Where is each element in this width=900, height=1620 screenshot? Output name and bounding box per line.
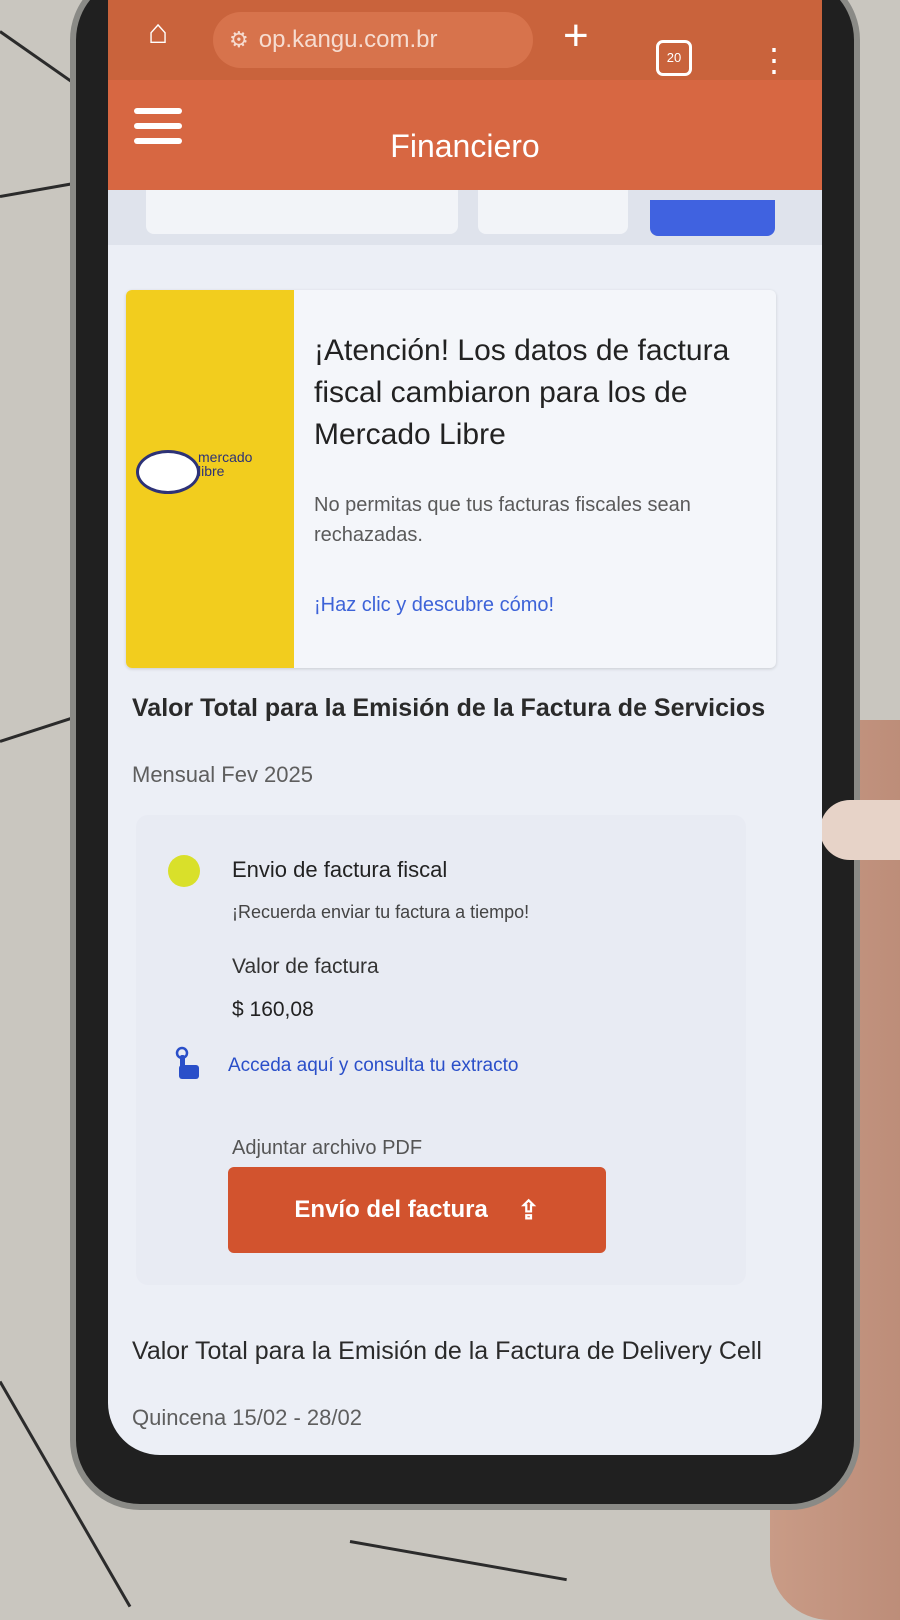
upload-button-label: Envío del factura <box>294 1196 488 1223</box>
tab-switcher-button[interactable]: 20 <box>656 40 692 76</box>
page-title: Financiero <box>390 128 540 164</box>
more-vert-icon[interactable]: ⋮ <box>758 44 790 76</box>
extract-link[interactable]: Acceda aquí y consulta tu extracto <box>228 1055 518 1077</box>
phone-screen: ⌂ ⚙ op.kangu.com.br + 20 ⋮ Financiero me… <box>108 0 822 1455</box>
invoice-value-label: Valor de factura <box>232 955 379 978</box>
card-heading: Envio de factura fiscal <box>232 857 448 882</box>
mercado-libre-banner[interactable]: mercado libre ¡Atención! Los datos de fa… <box>126 290 776 668</box>
touch-icon[interactable] <box>170 1045 204 1081</box>
banner-link[interactable]: ¡Haz clic y descubre cómo! <box>314 594 554 617</box>
banner-subtitle: No permitas que tus facturas fiscales se… <box>314 494 691 546</box>
status-indicator <box>168 855 200 887</box>
url-text: op.kangu.com.br <box>258 26 438 53</box>
upload-invoice-button[interactable]: Envío del factura ⇪ <box>228 1167 606 1253</box>
floor-line <box>349 1540 567 1582</box>
handshake-icon <box>136 450 200 494</box>
banner-title: ¡Atención! Los datos de factura fiscal c… <box>314 334 730 451</box>
browser-toolbar: ⌂ ⚙ op.kangu.com.br + 20 ⋮ <box>108 0 822 80</box>
invoice-value: $ 160,08 <box>232 998 314 1021</box>
upload-icon: ⇪ <box>517 1194 540 1225</box>
mercado-libre-logo-area: mercado libre <box>126 290 294 668</box>
new-tab-icon[interactable]: + <box>563 14 589 58</box>
sub-tab-bar <box>108 190 822 245</box>
floor-line <box>0 715 77 743</box>
services-period: Mensual Fev 2025 <box>132 762 313 787</box>
address-bar[interactable]: ⚙ op.kangu.com.br <box>213 12 533 68</box>
floor-line <box>0 181 80 198</box>
app-header: Financiero <box>108 80 822 190</box>
home-icon[interactable]: ⌂ <box>138 12 178 52</box>
site-settings-icon[interactable]: ⚙ <box>229 27 249 53</box>
services-section-title: Valor Total para la Emisión de la Factur… <box>132 694 766 722</box>
card-reminder: ¡Recuerda enviar tu factura a tiempo! <box>232 902 530 922</box>
delivery-period: Quincena 15/02 - 28/02 <box>132 1405 362 1430</box>
attach-pdf-label: Adjuntar archivo PDF <box>232 1137 423 1159</box>
delivery-section-title: Valor Total para la Emisión de la Factur… <box>132 1337 762 1365</box>
fingernail <box>820 800 900 860</box>
sub-tab[interactable] <box>146 190 458 234</box>
mercado-libre-logo-text: mercado libre <box>198 449 253 479</box>
sub-tab-active[interactable] <box>650 200 775 236</box>
invoice-card: Envio de factura fiscal ¡Recuerda enviar… <box>136 815 746 1285</box>
sub-tab[interactable] <box>478 190 628 234</box>
